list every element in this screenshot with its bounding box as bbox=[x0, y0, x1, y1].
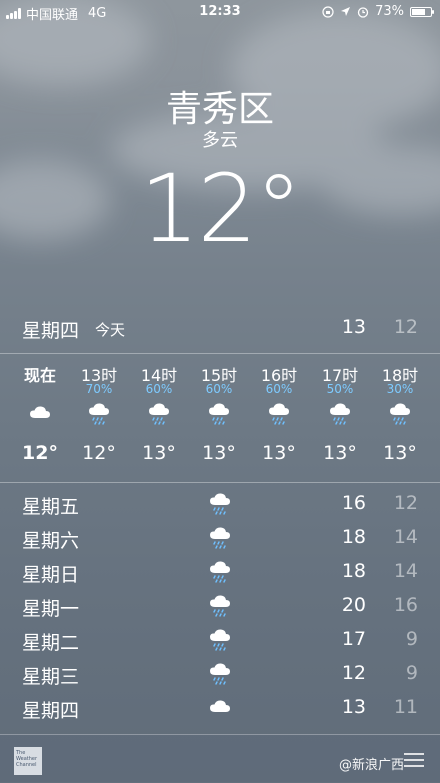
divider bbox=[0, 482, 440, 483]
divider bbox=[0, 353, 440, 354]
rain-icon bbox=[69, 400, 129, 430]
current-temperature: 12° bbox=[139, 155, 303, 264]
hour-label: 13时 bbox=[80, 366, 118, 385]
daily-row: 星期一 20 16 bbox=[0, 590, 440, 624]
weekday: 星期四 bbox=[22, 700, 80, 722]
daily-row: 星期二 17 9 bbox=[0, 624, 440, 658]
battery-icon bbox=[410, 6, 434, 17]
hour-temperature: 13° bbox=[383, 442, 417, 464]
daily-row: 星期五 16 12 bbox=[0, 488, 440, 522]
alarm-icon bbox=[357, 6, 369, 18]
rain-icon bbox=[207, 558, 233, 589]
rain-icon bbox=[207, 490, 233, 521]
low-temp: 16 bbox=[393, 594, 418, 616]
precip-chance: 60% bbox=[265, 382, 293, 396]
daily-row: 星期六 18 14 bbox=[0, 522, 440, 556]
hour-temperature: 13° bbox=[262, 442, 296, 464]
weekday: 星期三 bbox=[22, 666, 80, 688]
rain-icon bbox=[129, 400, 189, 430]
hour-temperature: 13° bbox=[323, 442, 357, 464]
rain-icon bbox=[207, 524, 233, 555]
weather-channel-logo[interactable]: The Weather Channel bbox=[14, 747, 42, 775]
hour-label: 17时 bbox=[321, 366, 359, 385]
rain-icon bbox=[207, 592, 233, 623]
today-low: 12 bbox=[393, 316, 418, 338]
hourly-item: 17时 50% 13° bbox=[310, 362, 370, 464]
hourly-item: 15时 60% 13° bbox=[189, 362, 249, 464]
cloud-icon bbox=[10, 400, 70, 430]
low-temp: 14 bbox=[393, 560, 418, 582]
hour-label: 16时 bbox=[260, 366, 298, 385]
weekday: 星期日 bbox=[22, 564, 80, 586]
daily-row: 星期四 13 11 bbox=[0, 692, 440, 726]
hourly-forecast[interactable]: 现在 12° 13时 70% 12° 14时 60% 13° 15时 60% 13° 16时 60% 13… bbox=[0, 362, 440, 482]
city-name: 青秀区 bbox=[165, 89, 274, 130]
precip-chance: 70% bbox=[85, 382, 113, 396]
hourly-item: 14时 60% 13° bbox=[129, 362, 189, 464]
precip-chance: 30% bbox=[386, 382, 414, 396]
high-temp: 18 bbox=[341, 526, 366, 548]
watermark: @新浪广西 bbox=[338, 758, 404, 773]
today-summary: 星期四 今天 13 12 bbox=[0, 316, 440, 344]
rain-icon bbox=[370, 400, 430, 430]
high-temp: 17 bbox=[341, 628, 366, 650]
location-arrow-icon bbox=[341, 7, 351, 16]
high-temp: 16 bbox=[341, 492, 366, 514]
current-condition: 多云 bbox=[202, 130, 238, 151]
hour-label: 15时 bbox=[200, 366, 238, 385]
battery-percent: 73% bbox=[375, 4, 404, 19]
hour-label: 14时 bbox=[140, 366, 178, 385]
low-temp: 9 bbox=[405, 628, 418, 650]
precip-chance: 60% bbox=[205, 382, 233, 396]
list-icon[interactable] bbox=[404, 749, 424, 767]
high-temp: 13 bbox=[341, 696, 366, 718]
precip-chance: 60% bbox=[145, 382, 173, 396]
hour-temperature: 12° bbox=[22, 442, 58, 464]
daily-row: 星期三 12 9 bbox=[0, 658, 440, 692]
hourly-item: 18时 30% 13° bbox=[370, 362, 430, 464]
hour-temperature: 12° bbox=[82, 442, 116, 464]
today-high: 13 bbox=[341, 316, 366, 338]
status-bar: 中国联通 4G 12:33 73% bbox=[0, 0, 440, 24]
rain-icon bbox=[189, 400, 249, 430]
hour-temperature: 13° bbox=[142, 442, 176, 464]
low-temp: 11 bbox=[393, 696, 418, 718]
hourly-item: 13时 70% 12° bbox=[69, 362, 129, 464]
today-label: 今天 bbox=[95, 321, 126, 339]
rotation-lock-icon bbox=[322, 5, 334, 18]
weekday: 星期六 bbox=[22, 530, 80, 552]
precip-chance: 50% bbox=[326, 382, 354, 396]
low-temp: 12 bbox=[393, 492, 418, 514]
rain-icon bbox=[249, 400, 309, 430]
low-temp: 9 bbox=[405, 662, 418, 684]
hourly-item: 16时 60% 13° bbox=[249, 362, 309, 464]
daily-row: 星期日 18 14 bbox=[0, 556, 440, 590]
hourly-item: 现在 12° bbox=[10, 362, 70, 464]
rain-icon bbox=[310, 400, 370, 430]
high-temp: 20 bbox=[341, 594, 366, 616]
weekday: 星期五 bbox=[22, 496, 80, 518]
rain-icon bbox=[207, 660, 233, 691]
hour-label: 现在 bbox=[23, 366, 56, 385]
hour-temperature: 13° bbox=[202, 442, 236, 464]
low-temp: 14 bbox=[393, 526, 418, 548]
weekday: 星期二 bbox=[22, 632, 80, 654]
high-temp: 12 bbox=[341, 662, 366, 684]
weekday: 星期一 bbox=[22, 598, 80, 620]
high-temp: 18 bbox=[341, 560, 366, 582]
bottom-toolbar: The Weather Channel @新浪广西 bbox=[0, 734, 440, 783]
rain-icon bbox=[207, 626, 233, 657]
cloud-icon bbox=[207, 694, 233, 725]
daily-forecast[interactable]: 星期五 16 12 星期六 18 14 星期日 18 14 星期一 20 16 星期二 17 9 星期三 12 9… bbox=[0, 488, 440, 726]
hour-label: 18时 bbox=[381, 366, 419, 385]
today-weekday: 星期四 bbox=[22, 320, 80, 342]
